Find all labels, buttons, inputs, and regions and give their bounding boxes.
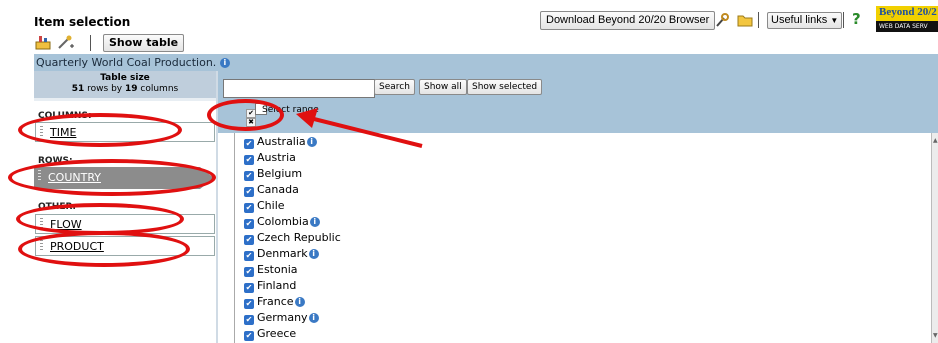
table-title: Quarterly World Coal Production.	[36, 56, 217, 69]
checkbox-checked-icon[interactable]: ✔	[244, 155, 254, 165]
country-list-item[interactable]: ✔ Greece	[244, 326, 341, 342]
table-size-heading: Table size	[100, 73, 150, 83]
beyond2020-logo: Beyond 20/2 WEB DATA SERV	[876, 6, 938, 32]
rows-suffix: rows by	[84, 84, 125, 94]
logo-subtext: WEB DATA SERV	[876, 21, 938, 32]
table-title-bar: Quarterly World Coal Production. i	[34, 54, 938, 71]
scroll-down-icon[interactable]: ▼	[933, 332, 938, 339]
country-list-item[interactable]: ✔ Colombia i	[244, 214, 341, 230]
table-size-box: Table size 51 rows by 19 columns	[34, 71, 216, 98]
annotation-ellipse	[8, 159, 216, 196]
country-name: Greece	[257, 327, 297, 340]
checkbox-checked-icon[interactable]: ✔	[244, 187, 254, 197]
columns-suffix: columns	[137, 84, 179, 94]
country-list-item[interactable]: ✔ Czech Republic	[244, 230, 341, 246]
checkbox-checked-icon[interactable]: ✔	[244, 283, 254, 293]
country-list-item[interactable]: ✔ Austria	[244, 150, 341, 166]
checkbox-checked-icon[interactable]: ✔	[244, 267, 254, 277]
column-count: 19	[125, 84, 138, 94]
show-all-button[interactable]: Show all	[419, 79, 467, 95]
country-name: Finland	[257, 279, 297, 292]
checkbox-checked-icon[interactable]: ✔	[244, 299, 254, 309]
info-icon[interactable]: i	[309, 217, 320, 227]
wrench-icon[interactable]	[715, 12, 729, 28]
country-list-item[interactable]: ✔ Denmark i	[244, 246, 341, 262]
search-button[interactable]: Search	[374, 79, 415, 95]
search-input[interactable]	[223, 79, 375, 98]
country-name: Belgium	[257, 167, 303, 180]
separator	[90, 35, 91, 51]
country-list-item[interactable]: ✔ Finland	[244, 278, 341, 294]
page-title: Item selection	[34, 15, 131, 29]
info-icon[interactable]: i	[219, 58, 230, 68]
settings-wand-icon[interactable]	[56, 33, 74, 51]
help-icon[interactable]: ?	[852, 10, 861, 28]
logo-text: Beyond 20/2	[879, 6, 937, 18]
show-selected-button[interactable]: Show selected	[467, 79, 543, 95]
info-icon[interactable]: i	[294, 297, 305, 307]
country-list-item[interactable]: ✔ Canada	[244, 182, 341, 198]
chart-toolbar-icon[interactable]	[34, 33, 52, 51]
country-name: Denmark	[257, 247, 308, 260]
show-table-button[interactable]: Show table	[103, 34, 185, 52]
country-list-item[interactable]: ✔ Germany i	[244, 310, 341, 326]
country-name: France	[257, 295, 294, 308]
country-name: Canada	[257, 183, 299, 196]
country-name: Estonia	[257, 263, 298, 276]
checkbox-checked-icon[interactable]: ✔	[244, 315, 254, 325]
folder-icon[interactable]	[737, 12, 753, 28]
separator	[843, 12, 844, 28]
annotation-arrow	[296, 108, 423, 148]
checkbox-checked-icon[interactable]: ✔	[244, 139, 254, 149]
country-list-item[interactable]: ✔ Belgium	[244, 166, 341, 182]
row-count: 51	[71, 84, 85, 94]
country-name: Germany	[257, 311, 308, 324]
country-list: ✔ Australia i ✔ Austria ✔ Belgium ✔ Canada ✔ Chile…	[244, 134, 341, 342]
chevron-down-icon: ▼	[830, 16, 839, 25]
info-icon[interactable]: i	[308, 249, 319, 259]
checkbox-checked-icon[interactable]: ✔	[244, 203, 254, 213]
checkbox-checked-icon[interactable]: ✔	[244, 171, 254, 181]
info-icon[interactable]: i	[308, 313, 319, 323]
checkbox-checked-icon[interactable]: ✔	[244, 235, 254, 245]
annotation-ellipse	[207, 99, 284, 131]
country-name: Colombia	[257, 215, 309, 228]
annotation-ellipse	[18, 231, 190, 267]
download-browser-button[interactable]: Download Beyond 20/20 Browser	[540, 11, 716, 30]
country-list-item[interactable]: ✔ Chile	[244, 198, 341, 214]
useful-links-label: Useful links	[771, 14, 828, 26]
separator	[758, 12, 759, 28]
useful-links-select[interactable]: Useful links ▼	[767, 12, 843, 29]
country-name: Austria	[257, 151, 296, 164]
annotation-ellipse	[18, 113, 182, 147]
checkbox-checked-icon[interactable]: ✔	[244, 251, 254, 261]
country-list-item[interactable]: ✔ France i	[244, 294, 341, 310]
country-name: Chile	[257, 199, 285, 212]
country-name: Czech Republic	[257, 231, 341, 244]
checkbox-checked-icon[interactable]: ✔	[244, 331, 254, 341]
divider	[34, 98, 216, 101]
country-list-item[interactable]: ✔ Estonia	[244, 262, 341, 278]
checkbox-checked-icon[interactable]: ✔	[244, 219, 254, 229]
vertical-scrollbar[interactable]: ▲ ▼	[931, 133, 938, 343]
scroll-up-icon[interactable]: ▲	[933, 137, 938, 144]
